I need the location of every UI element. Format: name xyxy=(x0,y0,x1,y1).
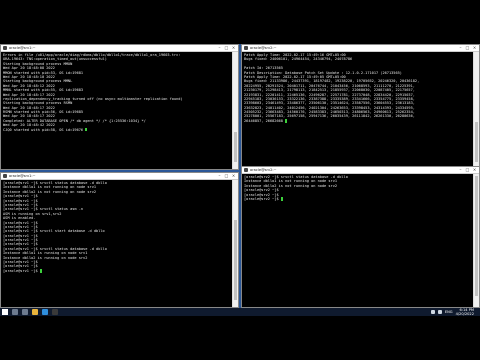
terminal-app-icon[interactable] xyxy=(52,309,58,315)
scrollbar[interactable] xyxy=(232,180,238,307)
windows-start-icon[interactable] xyxy=(2,309,8,315)
titlebar[interactable]: oracle@srv2:~ – □ × xyxy=(242,167,479,174)
terminal-window-bottom-left[interactable]: oracle@srv1:~ – □ × [oracle@srv1 ~]$ srv… xyxy=(0,172,239,308)
minimize-button[interactable]: – xyxy=(216,45,223,51)
scrollbar[interactable] xyxy=(473,52,479,169)
terminal-line: [oracle@srv1 ~]$ xyxy=(3,269,231,273)
window-title: oracle@srv1:~ xyxy=(9,46,36,50)
minimize-button[interactable]: – xyxy=(457,45,464,51)
clock[interactable]: 6:14 PM 4/20/2022 xyxy=(456,308,474,316)
text-cursor xyxy=(285,119,288,123)
titlebar[interactable]: oracle@srv2:~ – □ × xyxy=(242,45,479,52)
terminal-window-bottom-right[interactable]: oracle@srv2:~ – □ × [oracle@srv2 ~]$ srv… xyxy=(241,166,480,308)
letterbox-top xyxy=(0,0,480,44)
terminal-icon xyxy=(244,46,248,50)
letterbox-bottom xyxy=(0,316,480,360)
scrollbar[interactable] xyxy=(232,52,238,169)
maximize-button[interactable]: □ xyxy=(223,173,230,179)
window-title: oracle@srv2:~ xyxy=(250,46,277,50)
minimize-button[interactable]: – xyxy=(457,167,464,173)
terminal-icon xyxy=(3,46,7,50)
text-cursor xyxy=(85,127,88,132)
titlebar[interactable]: oracle@srv1:~ – □ × xyxy=(1,173,238,180)
terminal-output[interactable]: [oracle@srv1 ~]$ srvctl status database … xyxy=(1,180,233,307)
close-button[interactable]: × xyxy=(230,173,237,179)
close-button[interactable]: × xyxy=(471,45,478,51)
text-cursor xyxy=(280,197,283,201)
maximize-button[interactable]: □ xyxy=(464,45,471,51)
terminal-window-top-right[interactable]: oracle@srv2:~ – □ × Patch Apply Time: 20… xyxy=(241,44,480,170)
close-button[interactable]: × xyxy=(230,45,237,51)
volume-icon[interactable] xyxy=(437,310,442,314)
titlebar[interactable]: oracle@srv1:~ – □ × xyxy=(1,45,238,52)
terminal-window-top-left[interactable]: oracle@srv1:~ – □ × Errors in file /u01/… xyxy=(0,44,239,170)
terminal-line: CJQ0 started with pid=58, OS id=19676 xyxy=(3,128,231,132)
search-icon[interactable] xyxy=(12,309,18,315)
window-title: oracle@srv2:~ xyxy=(250,168,277,172)
terminal-icon xyxy=(3,174,7,178)
window-title: oracle@srv1:~ xyxy=(9,174,36,178)
terminal-line: 26446857, 26682668 xyxy=(244,119,472,123)
browser-icon[interactable] xyxy=(42,309,48,315)
taskbar: ENG 6:14 PM 4/20/2022 xyxy=(0,308,480,316)
task-view-icon[interactable] xyxy=(22,309,28,315)
network-icon[interactable] xyxy=(430,310,435,314)
maximize-button[interactable]: □ xyxy=(223,45,230,51)
close-button[interactable]: × xyxy=(471,167,478,173)
maximize-button[interactable]: □ xyxy=(464,167,471,173)
terminal-output[interactable]: Errors in file /u01/app/oracle/diag/rdbm… xyxy=(1,52,233,169)
language-indicator[interactable]: ENG xyxy=(445,310,453,314)
text-cursor xyxy=(39,269,42,273)
scrollbar[interactable] xyxy=(473,174,479,307)
terminal-output[interactable]: Patch Apply Time: 2022-02-17 15:49:16 GM… xyxy=(242,52,474,169)
terminal-line: [oracle@srv2 ~]$ xyxy=(244,197,472,201)
terminal-icon xyxy=(244,168,248,172)
terminal-output[interactable]: [oracle@srv2 ~]$ srvctl status database … xyxy=(242,174,474,307)
file-explorer-icon[interactable] xyxy=(32,309,38,315)
minimize-button[interactable]: – xyxy=(216,173,223,179)
